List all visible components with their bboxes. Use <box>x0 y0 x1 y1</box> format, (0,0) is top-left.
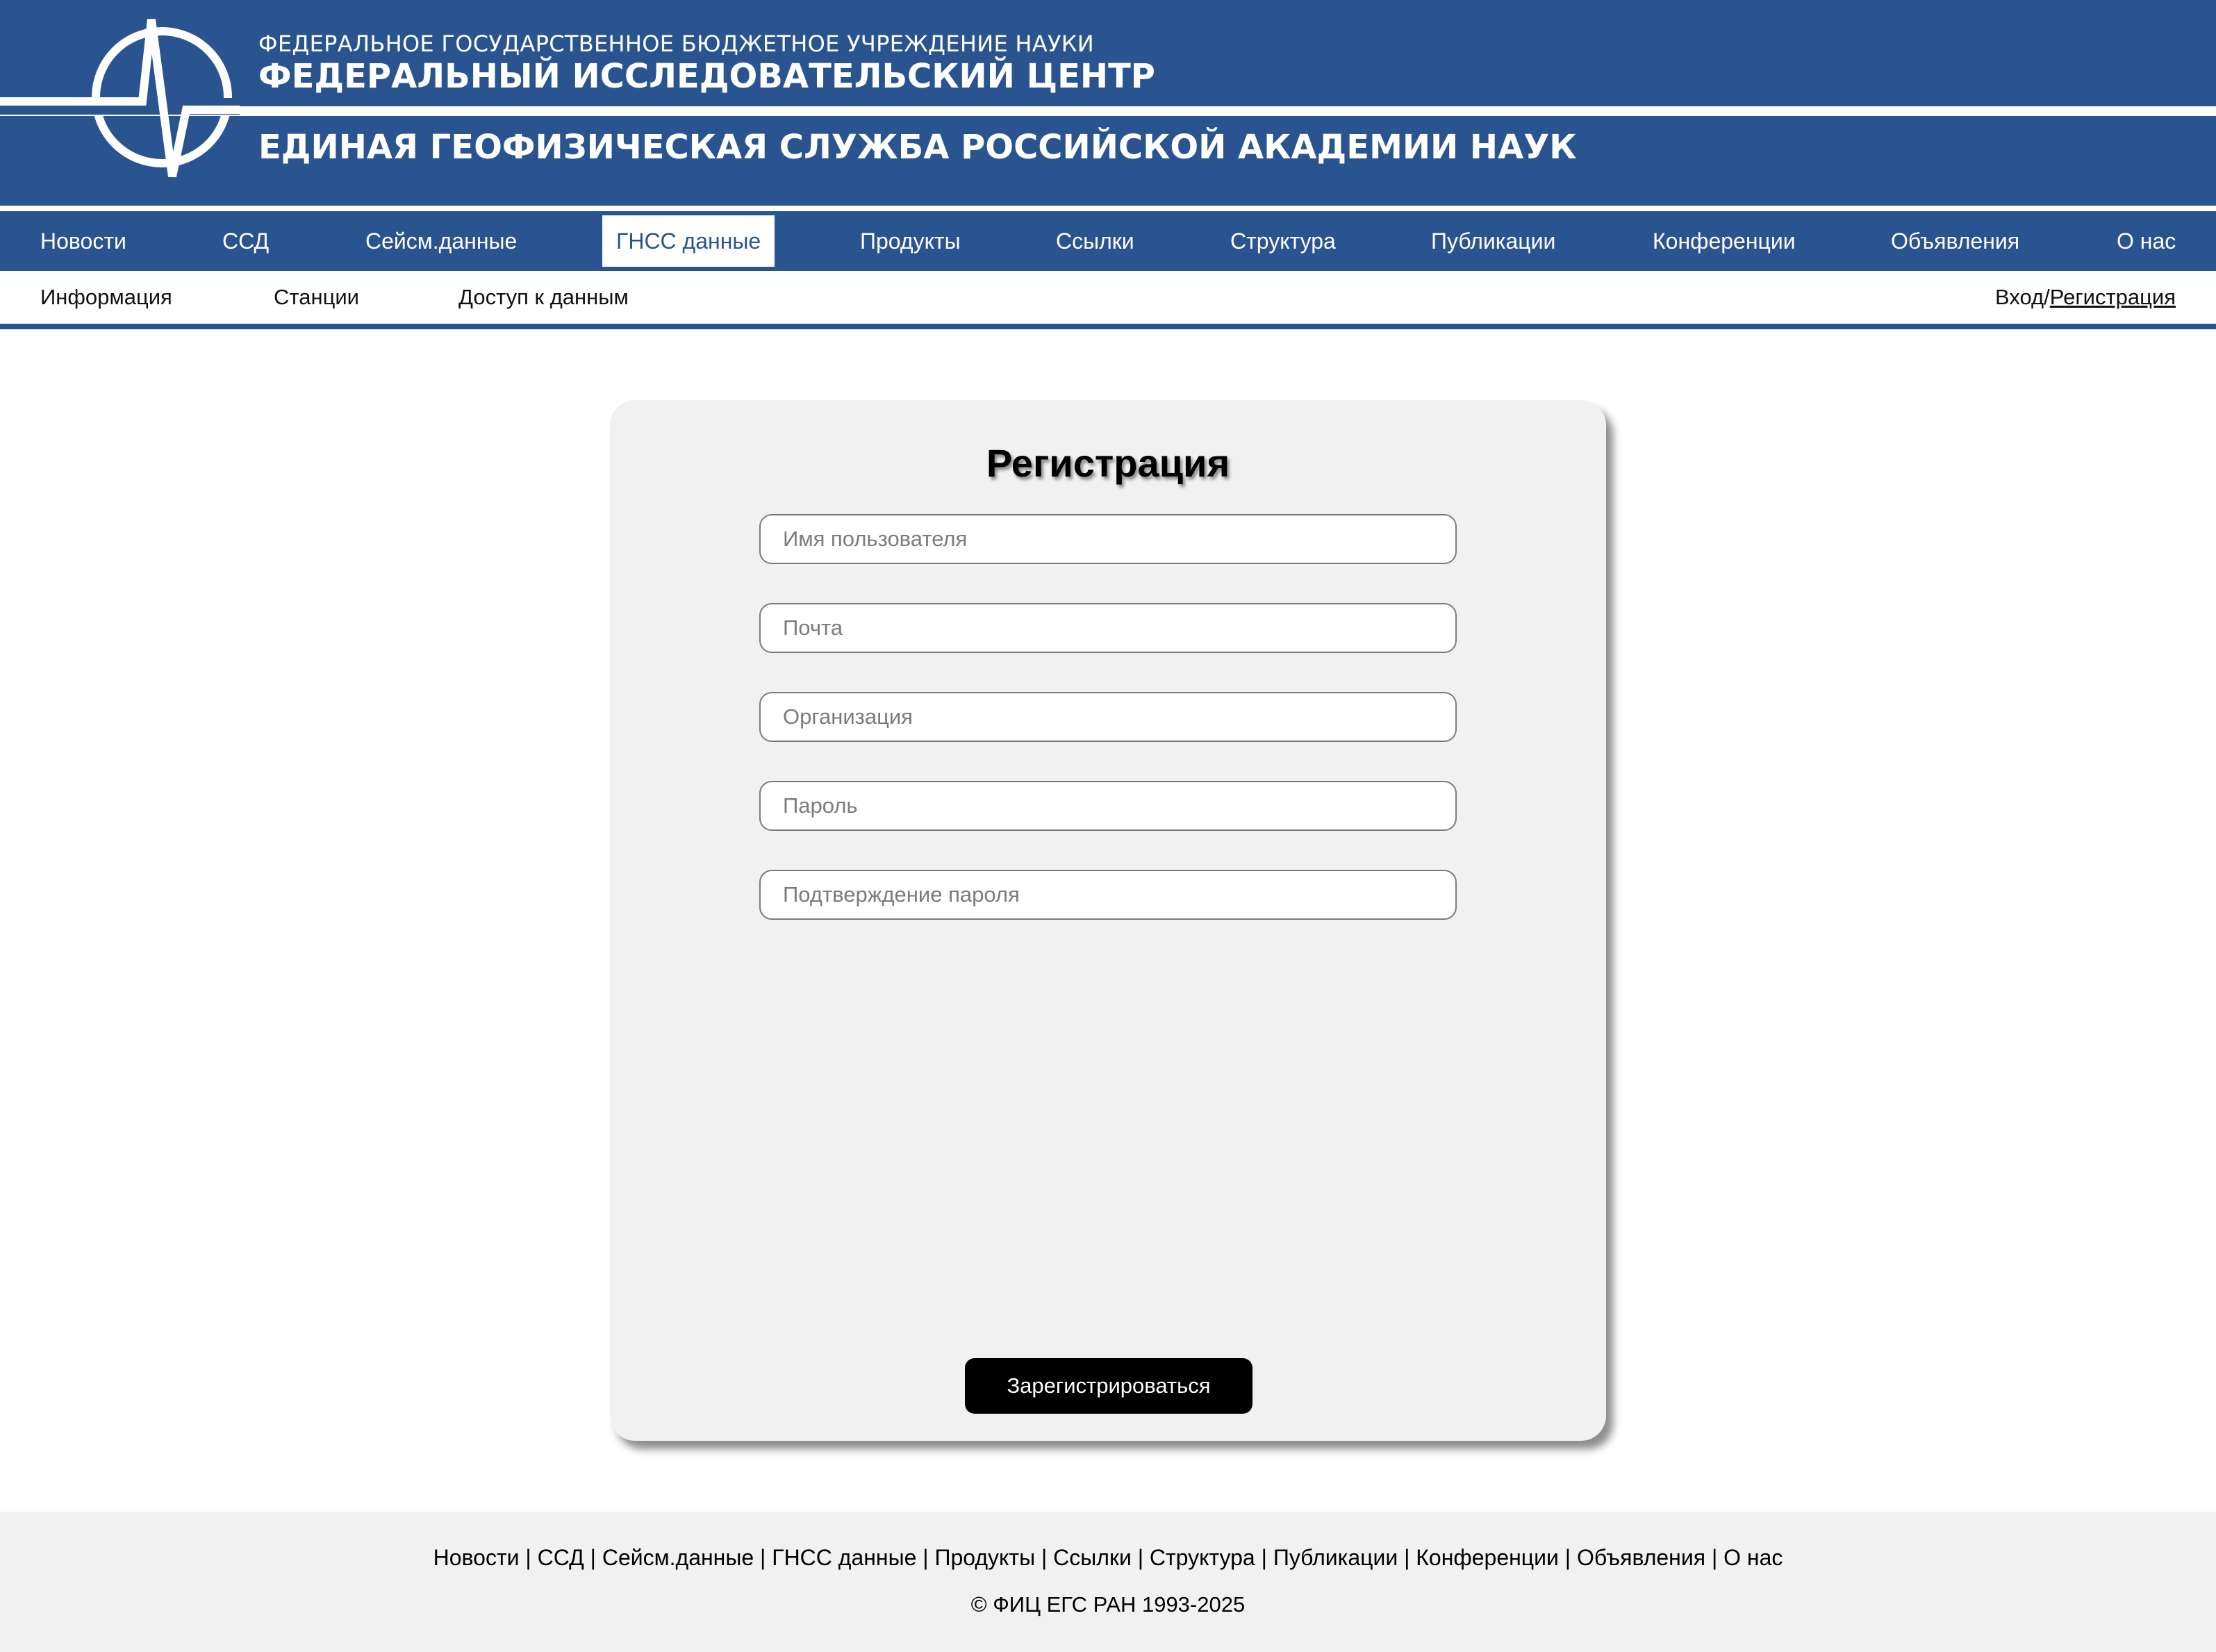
subnav-item-info[interactable]: Информация <box>40 271 172 324</box>
nav-item-about[interactable]: О нас <box>2103 215 2190 267</box>
footer-copyright: © ФИЦ ЕГС РАН 1993-2025 <box>970 1592 1246 1617</box>
auth-separator: / <box>2044 285 2050 309</box>
nav-item-structure[interactable]: Структура <box>1216 215 1350 267</box>
subnav-item-stations[interactable]: Станции <box>274 271 359 324</box>
nav-item-products[interactable]: Продукты <box>846 215 975 267</box>
header-divider-line <box>0 106 2216 116</box>
password-confirm-input[interactable] <box>759 870 1457 920</box>
org-type-text: ФЕДЕРАЛЬНОЕ ГОСУДАРСТВЕННОЕ БЮДЖЕТНОЕ УЧ… <box>258 31 1095 57</box>
nav-item-announcements[interactable]: Объявления <box>1877 215 2033 267</box>
nav-item-publications[interactable]: Публикации <box>1417 215 1569 267</box>
seismogram-circle-logo-icon[interactable] <box>0 10 240 190</box>
auth-links: Вход/Регистрация <box>1995 271 2176 324</box>
main-nav: Новости ССД Сейсм.данные ГНСС данные Про… <box>0 211 2216 271</box>
nav-item-gnss-data[interactable]: ГНСС данные <box>602 215 775 267</box>
registration-card: Регистрация Зарегистрироваться <box>610 400 1606 1441</box>
email-input[interactable] <box>759 603 1457 653</box>
nav-item-links[interactable]: Ссылки <box>1042 215 1148 267</box>
username-input[interactable] <box>759 514 1457 564</box>
org-name-text: ФЕДЕРАЛЬНЫЙ ИССЛЕДОВАТЕЛЬСКИЙ ЦЕНТР <box>258 57 1155 96</box>
site-footer: Новости | ССД | Сейсм.данные | ГНСС данн… <box>0 1512 2216 1652</box>
sub-nav: Информация Станции Доступ к данным Вход/… <box>0 271 2216 324</box>
subnav-border <box>0 324 2216 329</box>
nav-item-seismic-data[interactable]: Сейсм.данные <box>352 215 531 267</box>
login-link[interactable]: Вход <box>1995 285 2044 309</box>
password-input[interactable] <box>759 781 1457 831</box>
page: ФЕДЕРАЛЬНОЕ ГОСУДАРСТВЕННОЕ БЮДЖЕТНОЕ УЧ… <box>0 0 2216 1652</box>
nav-item-ssd[interactable]: ССД <box>208 215 283 267</box>
register-link[interactable]: Регистрация <box>2050 285 2176 309</box>
register-button[interactable]: Зарегистрироваться <box>965 1358 1252 1414</box>
footer-links[interactable]: Новости | ССД | Сейсм.данные | ГНСС данн… <box>0 1545 2216 1571</box>
nav-item-conferences[interactable]: Конференции <box>1639 215 1810 267</box>
subnav-item-data-access[interactable]: Доступ к данным <box>458 271 629 324</box>
service-name-text: ЕДИНАЯ ГЕОФИЗИЧЕСКАЯ СЛУЖБА РОССИЙСКОЙ А… <box>258 128 1577 167</box>
site-header: ФЕДЕРАЛЬНОЕ ГОСУДАРСТВЕННОЕ БЮДЖЕТНОЕ УЧ… <box>0 0 2216 211</box>
form-title: Регистрация <box>986 441 1230 485</box>
header-bottom-line <box>0 206 2216 211</box>
nav-item-news[interactable]: Новости <box>26 215 140 267</box>
organization-input[interactable] <box>759 692 1457 742</box>
